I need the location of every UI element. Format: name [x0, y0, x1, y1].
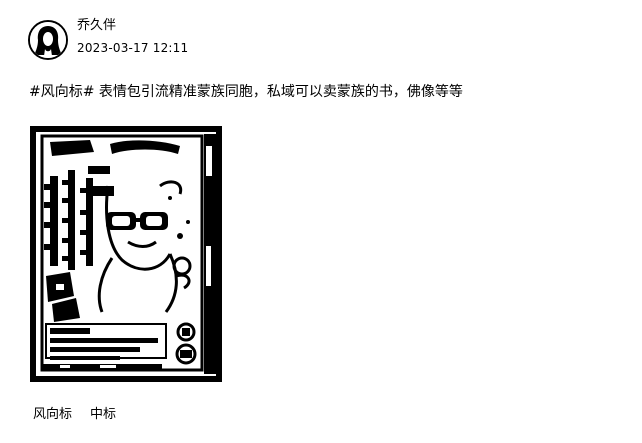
tag-fengxiangbiao[interactable]: 风向标	[33, 406, 72, 424]
tag-list: 风向标 中标	[33, 406, 116, 424]
post-timestamp: 2023-03-17 12:11	[77, 41, 189, 55]
tag-zhongbiao[interactable]: 中标	[90, 406, 116, 424]
author-avatar[interactable]	[28, 20, 68, 60]
hashtag-link[interactable]: #风向标#	[29, 84, 94, 100]
attached-image[interactable]	[30, 126, 222, 382]
meme-poster-image	[30, 126, 222, 382]
silhouette-avatar-icon	[30, 22, 66, 58]
post-body-text: 表情包引流精准蒙族同胞，私域可以卖蒙族的书，佛像等等	[94, 84, 463, 100]
post-body: #风向标# 表情包引流精准蒙族同胞，私域可以卖蒙族的书，佛像等等	[29, 82, 463, 102]
author-name[interactable]: 乔久伴	[77, 17, 116, 35]
